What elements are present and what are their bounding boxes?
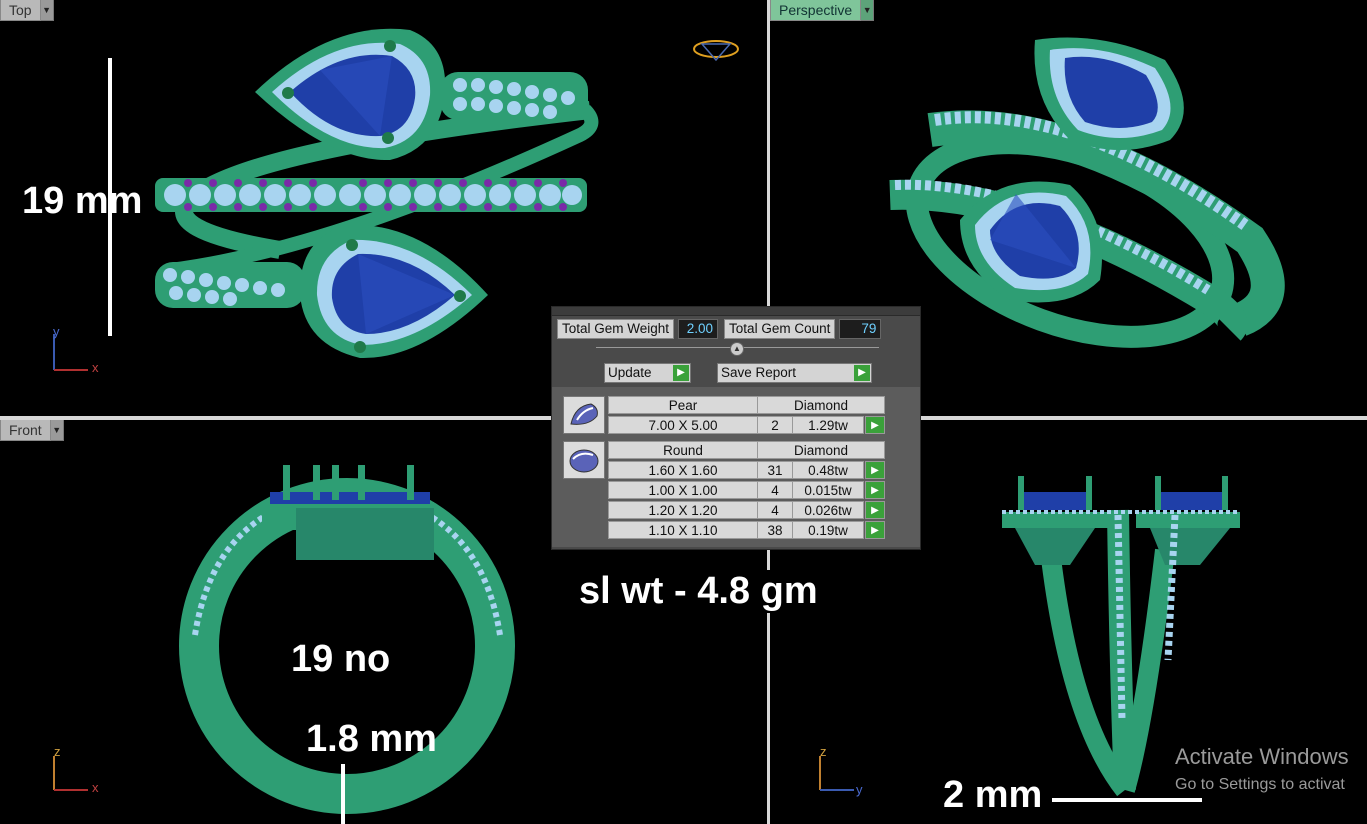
pear-material-header: Diamond [757,396,885,414]
chevron-up-icon[interactable]: ▲ [730,342,744,356]
gem-report-panel: Total Gem Weight 2.00 Total Gem Count 79… [551,306,921,550]
silver-weight-annotation: sl wt - 4.8 gm [575,570,822,613]
play-icon[interactable]: ▶ [865,481,885,499]
round-size-cell: 1.00 X 1.00 [608,481,758,499]
axis-x-label: x [92,780,99,795]
tab-top[interactable]: Top ▼ [0,0,54,21]
axis-gizmo-top: y x [48,322,108,375]
round-weight-cell: 0.48tw [792,461,864,479]
shank-width-annotation: 1.8 mm [306,718,437,760]
pear-gem-thumbnail [563,396,605,434]
round-size-cell: 1.60 X 1.60 [608,461,758,479]
activate-windows-subtitle: Go to Settings to activat [1175,776,1345,793]
play-icon[interactable]: ▶ [673,365,689,381]
axis-x-label: x [92,360,99,375]
round-size-cell: 1.10 X 1.10 [608,521,758,539]
side-dimension-line [1052,798,1202,802]
total-gem-count-value: 79 [839,319,882,339]
viewport-label-top: Top [0,0,41,21]
activate-windows-title: Activate Windows [1175,744,1349,769]
round-count-cell: 38 [757,521,793,539]
pear-size-cell: 7.00 X 5.00 [608,416,758,434]
round-count-cell: 31 [757,461,793,479]
play-icon[interactable]: ▶ [854,365,870,381]
tab-perspective[interactable]: Perspective ▼ [770,0,875,21]
update-label: Update [608,365,652,380]
axis-z-label: z [820,744,827,759]
round-weight-cell: 0.19tw [792,521,864,539]
round-count-cell: 4 [757,501,793,519]
round-shape-header: Round [608,441,758,459]
axis-y-label: y [856,782,863,797]
chevron-down-icon[interactable]: ▼ [40,0,54,21]
viewport-label-front: Front [0,420,51,441]
axis-y-label: y [53,324,60,339]
axis-gizmo-side: z y [814,744,874,797]
round-count-cell: 4 [757,481,793,499]
axis-z-label: z [54,744,61,759]
height-annotation: 19 mm [22,180,143,222]
round-weight-cell: 0.026tw [792,501,864,519]
round-weight-cell: 0.015tw [792,481,864,499]
chevron-down-icon[interactable]: ▼ [50,420,64,441]
ring-size-annotation: 19 no [291,638,391,680]
shank-dimension-line [341,764,345,824]
save-report-label: Save Report [721,365,797,380]
update-button[interactable]: Update ▶ [604,363,691,383]
play-icon[interactable]: ▶ [865,416,885,434]
round-size-cell: 1.20 X 1.20 [608,501,758,519]
panel-header [552,307,920,316]
total-gem-weight-label: Total Gem Weight [557,319,675,339]
side-width-annotation: 2 mm [943,774,1043,816]
total-gem-count-label: Total Gem Count [724,319,836,339]
pear-shape-header: Pear [608,396,758,414]
pear-count-cell: 2 [757,416,793,434]
play-icon[interactable]: ▶ [865,501,885,519]
play-icon[interactable]: ▶ [865,521,885,539]
pear-weight-cell: 1.29tw [792,416,864,434]
totals-row: Total Gem Weight 2.00 Total Gem Count 79 [557,319,882,339]
round-gem-thumbnail [563,441,605,479]
axis-gizmo-front: z x [48,744,108,796]
total-gem-weight-value: 2.00 [678,319,719,339]
save-report-button[interactable]: Save Report ▶ [717,363,872,383]
viewport-label-perspective: Perspective [770,0,862,21]
round-material-header: Diamond [757,441,885,459]
chevron-down-icon[interactable]: ▼ [861,0,875,21]
tab-front[interactable]: Front ▼ [0,420,64,441]
play-icon[interactable]: ▶ [865,461,885,479]
